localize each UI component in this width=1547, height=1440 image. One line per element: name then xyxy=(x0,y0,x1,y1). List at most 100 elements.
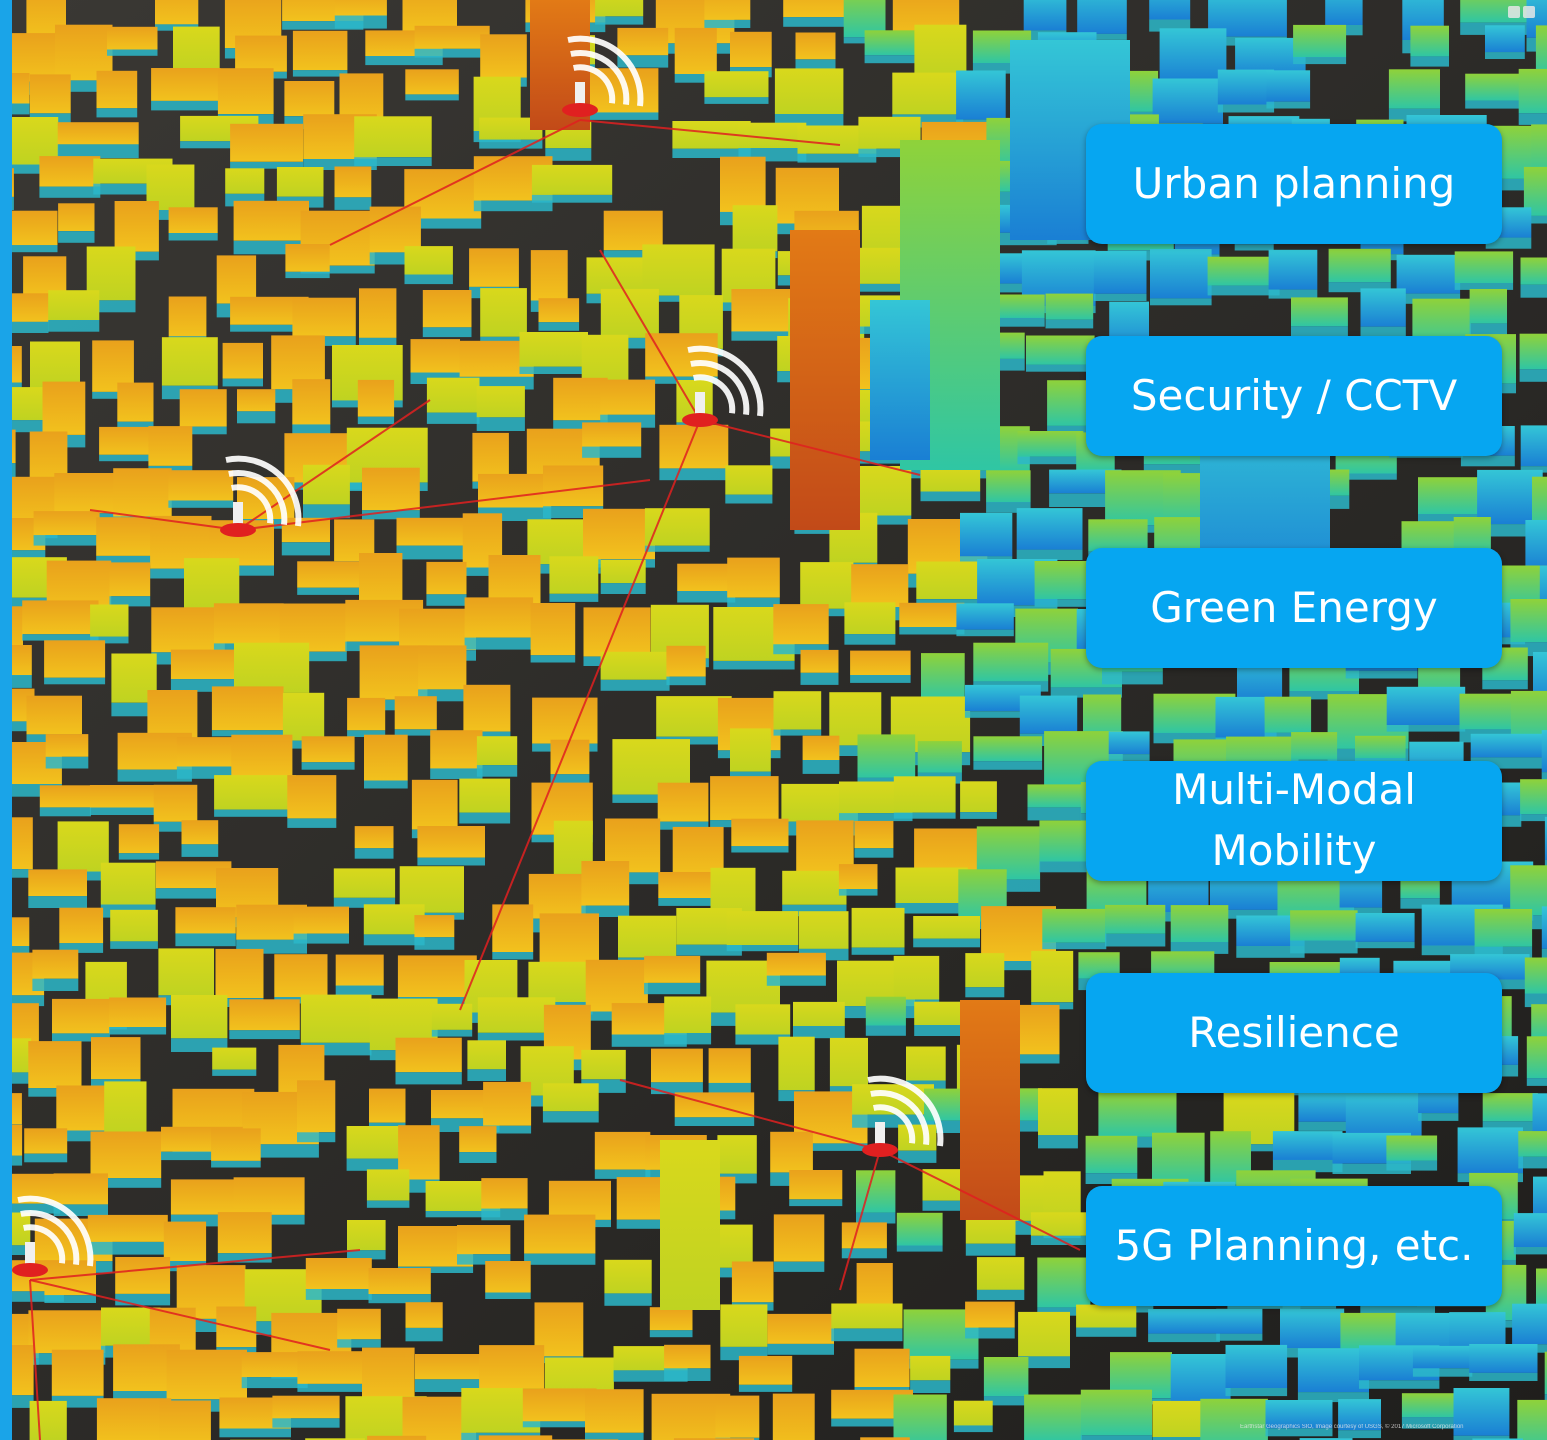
tower-building xyxy=(790,230,860,530)
building-block xyxy=(405,1302,443,1328)
map-control-icon[interactable] xyxy=(1523,6,1535,18)
building-block xyxy=(857,734,916,778)
building-block xyxy=(1105,904,1166,934)
building-block xyxy=(664,1344,711,1369)
building-block xyxy=(57,122,139,145)
building-block xyxy=(657,782,709,822)
building-block xyxy=(1217,69,1275,105)
building-block xyxy=(113,468,172,517)
map-controls[interactable] xyxy=(1508,6,1535,18)
card-resilience[interactable]: Resilience xyxy=(1086,973,1502,1093)
building-block xyxy=(28,869,87,897)
building-block xyxy=(851,564,909,607)
building-block xyxy=(362,1347,415,1403)
building-side xyxy=(459,1152,497,1163)
building-block xyxy=(225,168,265,194)
building-block xyxy=(1045,293,1094,320)
building-block xyxy=(305,1258,372,1289)
building-block xyxy=(45,734,89,757)
building-block xyxy=(399,608,476,651)
building-block xyxy=(29,74,71,114)
building-block xyxy=(726,911,799,945)
building-block xyxy=(414,1354,484,1380)
building-block xyxy=(26,695,82,735)
building-block xyxy=(802,735,840,760)
building-side xyxy=(395,1072,462,1085)
map-control-icon[interactable] xyxy=(1508,6,1520,18)
card-5g-planning[interactable]: 5G Planning, etc. xyxy=(1086,1186,1502,1306)
building-side xyxy=(864,55,921,64)
building-side xyxy=(272,1418,340,1428)
building-side xyxy=(58,231,95,243)
building-block xyxy=(1293,24,1347,58)
building-block xyxy=(100,862,156,905)
building-block xyxy=(477,997,556,1033)
building-block xyxy=(1268,249,1318,290)
card-urban-planning[interactable]: Urban planning xyxy=(1086,124,1502,244)
building-side xyxy=(704,19,751,28)
building-side xyxy=(334,197,372,210)
building-side xyxy=(659,468,729,481)
building-block xyxy=(1525,520,1547,570)
building-block xyxy=(773,691,822,730)
building-block xyxy=(96,70,138,109)
building-block xyxy=(898,1124,937,1151)
building-block xyxy=(644,508,710,546)
building-side xyxy=(405,94,459,101)
building-block xyxy=(22,600,99,635)
building-side xyxy=(293,933,349,944)
building-block xyxy=(542,1083,599,1112)
building-side xyxy=(1519,369,1547,382)
building-block xyxy=(1017,431,1084,457)
building-block xyxy=(892,72,964,115)
card-green-energy[interactable]: Green Energy xyxy=(1086,548,1502,668)
building-block xyxy=(1093,250,1147,294)
building-side xyxy=(677,591,736,603)
building-side xyxy=(1102,671,1163,685)
building-block xyxy=(357,379,395,417)
building-side xyxy=(1345,670,1418,679)
building-block xyxy=(1024,1394,1082,1440)
building-side xyxy=(467,1069,506,1081)
building-block xyxy=(594,1131,651,1170)
building-side xyxy=(359,337,397,346)
building-side xyxy=(305,1289,372,1300)
building-side xyxy=(1293,57,1347,65)
building-block xyxy=(89,785,162,808)
building-block xyxy=(213,603,284,644)
building-block xyxy=(1360,288,1406,327)
building-side xyxy=(33,535,100,546)
building-block xyxy=(710,776,779,821)
building-block xyxy=(478,1435,553,1440)
building-block xyxy=(600,379,656,415)
card-security-cctv[interactable]: Security / CCTV xyxy=(1086,336,1502,456)
building-side xyxy=(110,941,158,949)
building-block xyxy=(1108,731,1150,755)
building-side xyxy=(222,378,263,387)
building-block xyxy=(459,1126,497,1153)
building-side xyxy=(766,975,826,986)
building-block xyxy=(222,342,263,379)
building-block xyxy=(87,1214,168,1242)
building-block xyxy=(1536,1268,1547,1305)
card-multi-modal-mobility[interactable]: Multi-Modal Mobility xyxy=(1086,761,1502,881)
building-block xyxy=(795,32,836,60)
building-side xyxy=(789,1199,843,1207)
building-block xyxy=(864,30,921,56)
building-block xyxy=(644,955,701,983)
building-block xyxy=(1019,695,1078,734)
building-block xyxy=(618,915,677,958)
building-block xyxy=(910,1355,951,1381)
building-block xyxy=(394,696,437,730)
card-label: Resilience xyxy=(1188,1007,1400,1057)
building-block xyxy=(347,697,386,731)
building-side xyxy=(44,1295,96,1303)
building-side xyxy=(364,780,408,789)
building-block xyxy=(410,339,460,373)
building-block xyxy=(426,561,467,595)
building-block xyxy=(841,1222,887,1249)
building-side xyxy=(292,70,348,77)
building-block xyxy=(354,116,432,158)
building-side xyxy=(1485,52,1525,59)
building-block xyxy=(285,244,330,272)
